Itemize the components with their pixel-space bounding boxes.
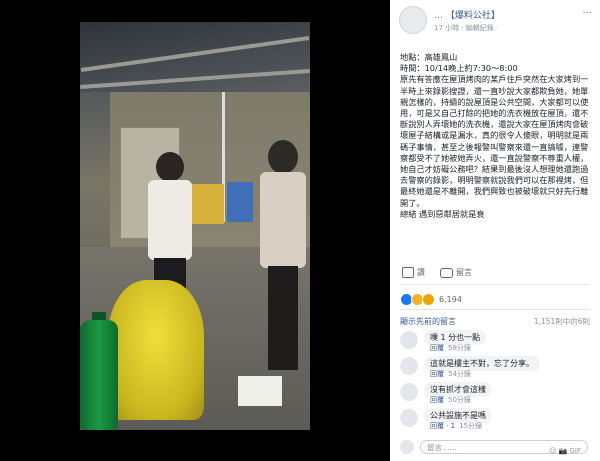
divider — [400, 309, 590, 310]
like-button[interactable]: 讚 — [402, 267, 425, 278]
comment-input-row: 留言…… ☺ 📷 GIF — [400, 440, 590, 456]
post-meta[interactable]: 17 小時 · 編輯紀錄 · — [434, 23, 498, 33]
video-player[interactable] — [0, 0, 390, 461]
action-bar: 讚 留言 — [400, 262, 590, 285]
person-right — [260, 140, 310, 370]
video-frame — [80, 22, 310, 430]
comment-label: 留言 — [456, 268, 472, 277]
comment-time[interactable]: 50分鐘 — [448, 396, 471, 404]
more-options-icon[interactable]: ··· — [582, 8, 592, 19]
blue-cabinet — [227, 182, 253, 222]
reply-link[interactable]: 回覆 — [430, 370, 444, 378]
cardboard-box — [238, 376, 282, 406]
post-panel: … 【爆料公社】 17 小時 · 編輯紀錄 · ··· 地點：高雄鳳山 時間：1… — [390, 0, 600, 461]
green-bottle — [80, 320, 118, 430]
comment-placeholder: 留言…… — [427, 443, 457, 452]
page-name[interactable]: … 【爆料公社】 — [434, 8, 500, 21]
commenter-avatar[interactable] — [400, 409, 418, 427]
comment-time[interactable]: 15分鐘 — [459, 422, 482, 430]
yellow-bag — [108, 280, 204, 420]
input-icons[interactable]: ☺ 📷 GIF — [549, 444, 581, 458]
commenter-avatar[interactable] — [400, 331, 418, 349]
reaction-count: 6,194 — [439, 294, 462, 304]
ceiling — [80, 22, 310, 92]
comment-button[interactable]: 留言 — [440, 267, 472, 278]
user-avatar — [400, 440, 414, 454]
previous-comments-link[interactable]: 顯示先前的留言 — [400, 316, 456, 327]
comment-icon — [440, 267, 453, 278]
post-header: … 【爆料公社】 17 小時 · 編輯紀錄 · ··· — [390, 0, 600, 40]
commenter-avatar[interactable] — [400, 357, 418, 375]
comment-item: 這就是樓主不對，忘了分享。 回覆 54分鐘 — [400, 356, 590, 380]
reply-link[interactable]: 回覆 — [430, 396, 444, 404]
comment-item: 公共設施不是嗎 回覆 · 1 15分鐘 — [400, 408, 590, 432]
thumbs-up-icon — [402, 267, 414, 278]
reactions-summary[interactable]: 6,194 — [400, 292, 462, 306]
comment-count: 1,151則中的6則 — [533, 317, 590, 326]
haha-reaction-icon — [422, 292, 435, 306]
page-name-text[interactable]: 【爆料公社】 — [446, 11, 500, 21]
commenter-avatar[interactable] — [400, 383, 418, 401]
comment-time[interactable]: 58分鐘 — [448, 344, 471, 352]
blurred-prefix: … — [434, 11, 443, 21]
post-text: 地點：高雄鳳山 時間：10/14晚上約7:30～8:00 原先有答應在屋頂烤肉的… — [400, 52, 589, 219]
comment-item: 噗 1 分也一點 回覆 58分鐘 — [400, 330, 590, 354]
reply-link[interactable]: 回覆 · 1 — [430, 422, 455, 430]
comment-time[interactable]: 54分鐘 — [448, 370, 471, 378]
comment-input[interactable]: 留言…… ☺ 📷 GIF — [420, 440, 588, 455]
page-avatar[interactable] — [399, 6, 427, 34]
comment-item: 沒有抓才會這樣 回覆 50分鐘 — [400, 382, 590, 406]
reply-link[interactable]: 回覆 — [430, 344, 444, 352]
like-label: 讚 — [417, 268, 425, 277]
